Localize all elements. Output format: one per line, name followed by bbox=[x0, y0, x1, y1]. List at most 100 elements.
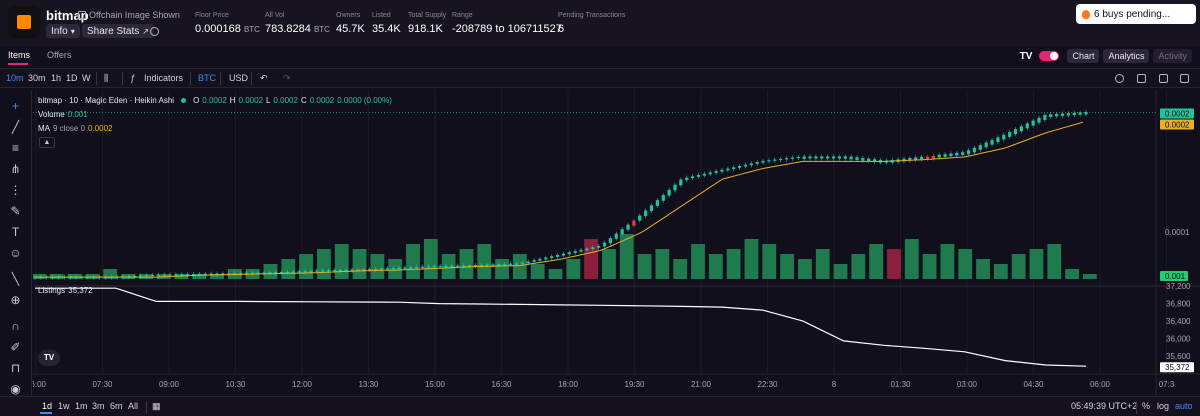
horizontal-lines-icon[interactable]: ≡ bbox=[9, 142, 22, 154]
activity-button[interactable]: Activity bbox=[1153, 49, 1192, 63]
indicators-button[interactable]: Indicators bbox=[144, 73, 183, 83]
globe-icon[interactable] bbox=[150, 27, 159, 36]
chart-legend: bitmap · 10 · Magic Eden · Heikin Ashi O… bbox=[38, 96, 392, 105]
currency-btc[interactable]: BTC bbox=[198, 73, 216, 83]
pending-buys-banner[interactable]: 6 buys pending... bbox=[1076, 4, 1196, 24]
currency-usd[interactable]: USD bbox=[229, 73, 248, 83]
stat-label: Total Supply bbox=[408, 12, 447, 19]
volume-bar bbox=[1083, 274, 1097, 279]
fullscreen-icon[interactable] bbox=[1159, 74, 1168, 83]
candle-body bbox=[420, 266, 425, 268]
volume-bar bbox=[352, 249, 367, 279]
emoji-icon[interactable]: ☺ bbox=[9, 247, 22, 259]
redo-icon[interactable]: ↷ bbox=[283, 73, 291, 84]
calendar-icon[interactable]: ▦ bbox=[152, 401, 161, 412]
candle-body bbox=[1066, 113, 1070, 116]
candle-body bbox=[139, 275, 143, 277]
candle-body bbox=[373, 268, 378, 270]
interval-1h[interactable]: 1h bbox=[51, 73, 61, 83]
brush-icon[interactable]: ✎ bbox=[9, 205, 22, 217]
interval-10m[interactable]: 10m bbox=[6, 73, 24, 83]
volume-bar bbox=[334, 244, 349, 279]
stat-unit: BTC bbox=[313, 25, 330, 34]
analytics-button[interactable]: Analytics bbox=[1103, 49, 1150, 63]
volume-bar bbox=[976, 259, 990, 279]
candle-body bbox=[403, 267, 407, 269]
settings-icon[interactable] bbox=[1137, 74, 1146, 83]
volume-bar bbox=[762, 244, 777, 279]
stat-label: Floor Price bbox=[195, 12, 229, 19]
stat-value: 6 bbox=[558, 23, 565, 35]
volume-bar bbox=[548, 269, 563, 279]
text-icon[interactable]: T bbox=[9, 226, 22, 238]
camera-icon[interactable] bbox=[1180, 74, 1189, 83]
time-tick-label: 8 bbox=[832, 380, 837, 389]
interval-1d[interactable]: 1D bbox=[66, 73, 78, 83]
candle-body bbox=[614, 233, 618, 239]
volume-bar bbox=[67, 274, 82, 279]
divider bbox=[1136, 401, 1137, 414]
volume-bar bbox=[584, 239, 599, 279]
offchain-label: Offchain Image Shown bbox=[89, 10, 180, 20]
collapse-legend-button[interactable]: ▲ bbox=[39, 137, 55, 148]
auto-toggle[interactable]: auto bbox=[1175, 401, 1193, 411]
price-chart[interactable]: 0.00010.00020.00020.00137,20036,80036,40… bbox=[33, 90, 1200, 396]
chart-toggle[interactable] bbox=[1039, 51, 1060, 61]
candle-body bbox=[655, 200, 659, 206]
interval-w[interactable]: W bbox=[82, 73, 91, 83]
magnet-icon[interactable]: ∩ bbox=[9, 320, 22, 332]
range-1m[interactable]: 1m bbox=[75, 401, 88, 411]
candle-body bbox=[156, 274, 160, 276]
status-dot bbox=[181, 98, 187, 103]
volume-value: 0.001 bbox=[67, 110, 88, 119]
volume-bar bbox=[49, 274, 64, 279]
candle-type-icon[interactable]: ⫼ bbox=[104, 73, 108, 84]
chart-button[interactable]: Chart bbox=[1067, 49, 1100, 63]
tradingview-badge-icon[interactable]: TV bbox=[38, 350, 60, 366]
eye-icon[interactable]: ◉ bbox=[9, 383, 22, 395]
candle-body bbox=[1060, 113, 1065, 116]
candle-body bbox=[602, 242, 607, 247]
candle-body bbox=[679, 179, 683, 186]
lock-icon[interactable]: ⊓ bbox=[9, 362, 22, 374]
candle-body bbox=[644, 210, 648, 217]
trend-line-icon[interactable]: ╱ bbox=[9, 121, 22, 133]
ruler-icon[interactable]: ╲ bbox=[9, 273, 22, 285]
range-6m[interactable]: 6m bbox=[110, 401, 123, 411]
candle-body bbox=[749, 163, 753, 166]
clock-readout[interactable]: 05:49:39 UTC+2 bbox=[1071, 401, 1137, 411]
price-tick-label: 0.0001 bbox=[1165, 228, 1190, 237]
candle-body bbox=[1019, 126, 1024, 132]
tab-offers[interactable]: Offers bbox=[47, 50, 71, 60]
listings-tick-label: 36,000 bbox=[1166, 335, 1191, 344]
fib-icon[interactable]: ⋮ bbox=[9, 184, 22, 196]
time-tick-label: 19:30 bbox=[624, 380, 645, 389]
pitchfork-icon[interactable]: ⋔ bbox=[9, 163, 22, 175]
undo-icon[interactable]: ↶ bbox=[260, 73, 268, 84]
range-all[interactable]: All bbox=[128, 401, 138, 411]
candle-body bbox=[397, 267, 401, 269]
range-active-indicator bbox=[40, 412, 52, 414]
tab-items[interactable]: Items bbox=[8, 50, 30, 60]
draw-mode-icon[interactable]: ✐ bbox=[9, 341, 22, 353]
legend-c-label: C bbox=[300, 96, 307, 105]
legend-l-label: L bbox=[266, 96, 271, 105]
search-icon[interactable] bbox=[1115, 74, 1124, 83]
offchain-toggle[interactable]: Offchain Image Shown bbox=[78, 10, 180, 20]
candle-body bbox=[544, 257, 548, 260]
zoom-in-icon[interactable]: ⊕ bbox=[9, 294, 22, 306]
percent-toggle[interactable]: % bbox=[1142, 401, 1150, 411]
volume-bar bbox=[993, 264, 1008, 279]
candle-body bbox=[573, 251, 577, 253]
candle-body bbox=[1008, 132, 1012, 137]
share-stats-button[interactable]: Share Stats ↗ bbox=[82, 24, 154, 38]
log-toggle[interactable]: log bbox=[1157, 401, 1169, 411]
crosshair-icon[interactable]: + bbox=[9, 100, 22, 112]
range-3m[interactable]: 3m bbox=[92, 401, 105, 411]
volume-bar bbox=[904, 239, 919, 279]
candle-body bbox=[773, 159, 777, 161]
interval-30m[interactable]: 30m bbox=[28, 73, 46, 83]
info-dropdown[interactable]: Info ▾ bbox=[46, 24, 80, 38]
range-1d[interactable]: 1d bbox=[42, 401, 52, 411]
range-1w[interactable]: 1w bbox=[58, 401, 70, 411]
